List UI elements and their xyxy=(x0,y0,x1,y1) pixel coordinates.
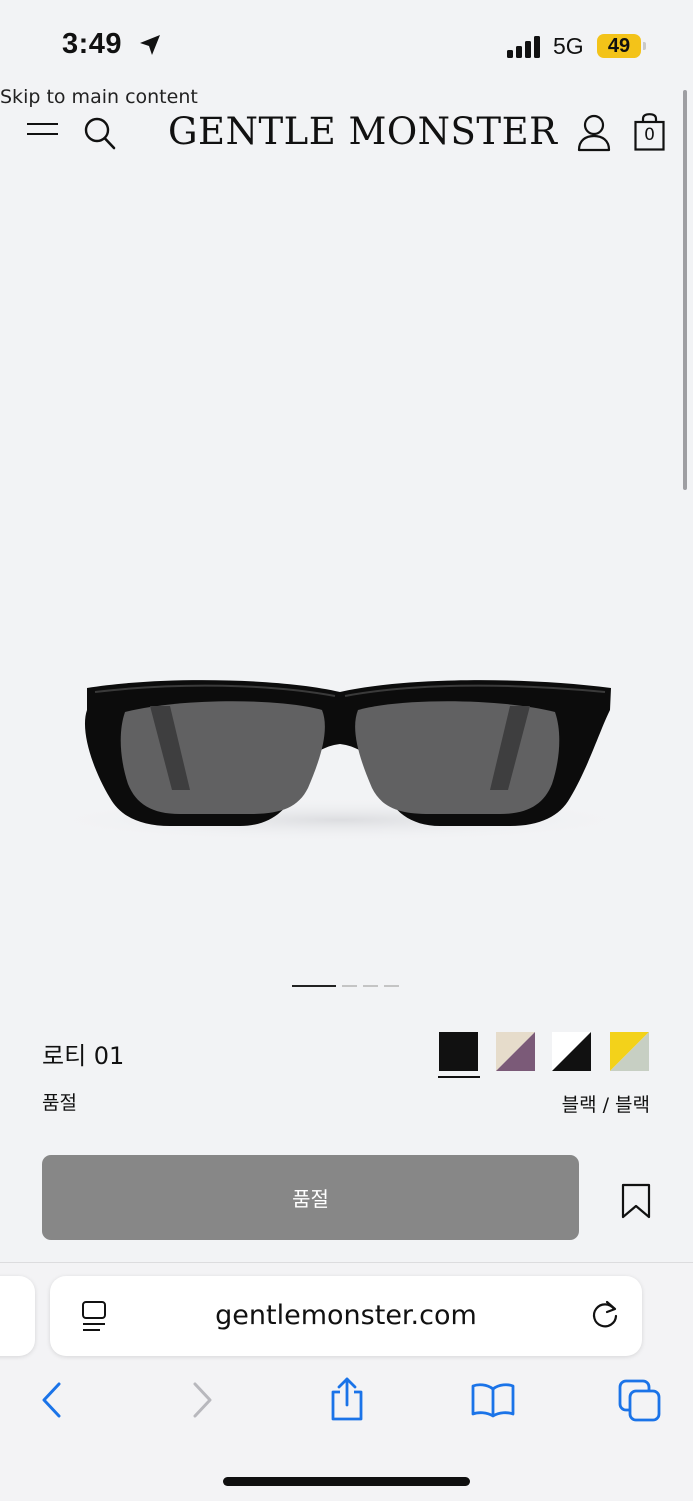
search-icon[interactable] xyxy=(84,117,116,151)
page-scrollbar[interactable] xyxy=(683,90,687,490)
previous-tab-peek[interactable] xyxy=(0,1276,35,1356)
bookmarks-icon[interactable] xyxy=(470,1382,516,1418)
menu-icon[interactable] xyxy=(27,123,58,143)
color-swatch-white-black[interactable] xyxy=(552,1032,591,1071)
location-arrow-icon xyxy=(140,35,160,55)
color-swatch-black[interactable] xyxy=(439,1032,478,1071)
gallery-pager xyxy=(292,985,399,987)
tabs-icon[interactable] xyxy=(618,1379,662,1423)
selected-swatch-indicator xyxy=(438,1076,480,1078)
selected-color-name: 블랙 / 블랙 xyxy=(561,1094,650,1116)
account-icon[interactable] xyxy=(577,114,611,152)
pager-dot-active[interactable] xyxy=(292,985,336,987)
shopping-bag-icon[interactable]: 0 xyxy=(634,113,665,151)
bookmark-icon[interactable] xyxy=(620,1183,652,1219)
battery-level: 49 xyxy=(597,34,641,58)
share-icon[interactable] xyxy=(327,1376,367,1422)
cart-count: 0 xyxy=(644,125,655,145)
status-time: 3:49 xyxy=(62,28,123,60)
network-type: 5G xyxy=(553,33,584,59)
address-bar[interactable]: gentlemonster.com xyxy=(50,1276,642,1356)
reload-icon[interactable] xyxy=(590,1299,620,1331)
brand-logo[interactable]: GENTLE MONSTER xyxy=(168,110,557,153)
forward-icon[interactable] xyxy=(188,1380,216,1420)
home-indicator xyxy=(223,1477,470,1486)
product-status: 품절 xyxy=(42,1092,77,1114)
color-swatch-beige-purple[interactable] xyxy=(496,1032,535,1071)
skip-to-content-link[interactable]: Skip to main content xyxy=(0,86,198,108)
battery-tip xyxy=(643,42,646,50)
pager-dot[interactable] xyxy=(342,985,357,987)
pager-dot[interactable] xyxy=(384,985,399,987)
color-swatch-yellow-green[interactable] xyxy=(610,1032,649,1071)
cellular-signal-icon xyxy=(507,36,540,58)
back-icon[interactable] xyxy=(38,1380,66,1420)
product-name: 로티 01 xyxy=(42,1042,125,1070)
pager-dot[interactable] xyxy=(363,985,378,987)
product-image[interactable] xyxy=(40,640,640,850)
url-text[interactable]: gentlemonster.com xyxy=(50,1300,642,1331)
sold-out-button[interactable]: 품절 xyxy=(42,1155,579,1240)
